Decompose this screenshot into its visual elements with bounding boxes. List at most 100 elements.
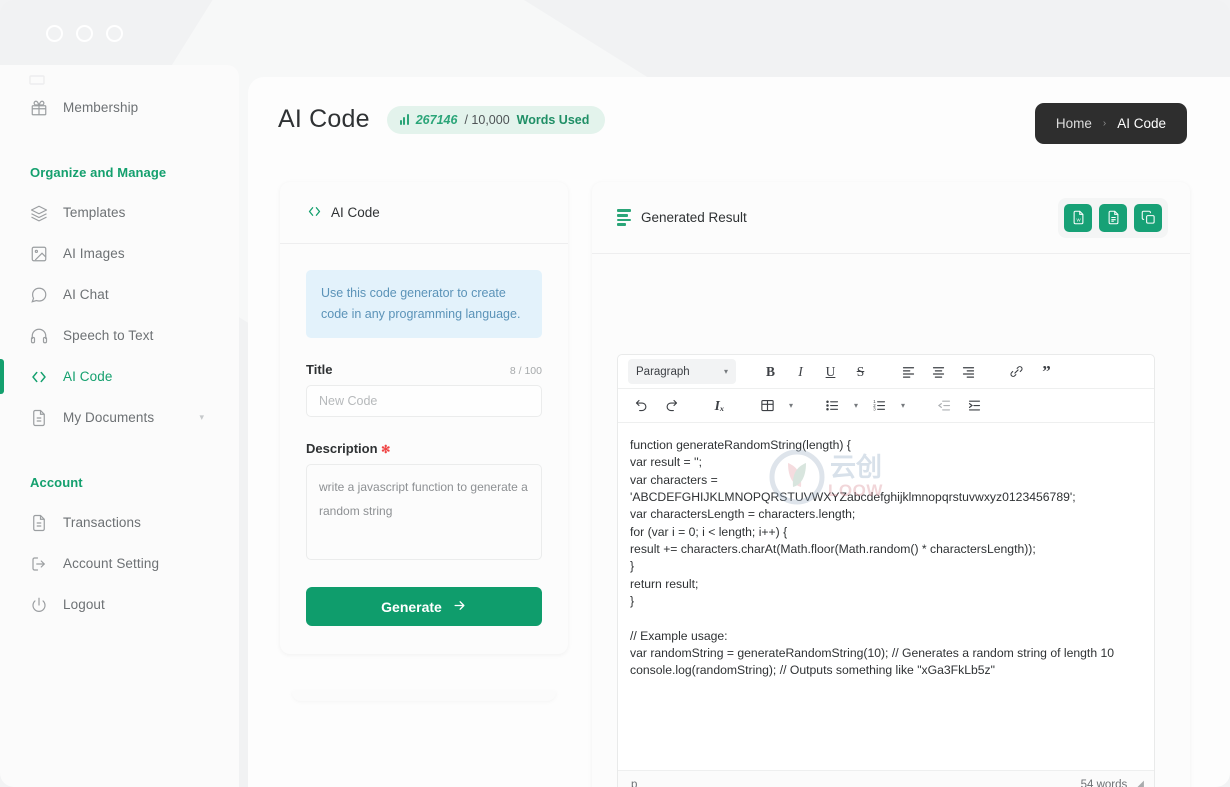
window-titlebar — [0, 0, 1230, 68]
sidebar-item-label: Membership — [63, 100, 138, 115]
gift-icon — [29, 98, 48, 117]
sidebar-item-label: My Documents — [63, 410, 154, 425]
redo-button[interactable] — [658, 393, 685, 418]
breadcrumb-current: AI Code — [1117, 116, 1166, 131]
window-dot-close[interactable] — [46, 25, 63, 42]
logout-arrow-icon — [29, 554, 48, 573]
words-total: / 10,000 — [464, 113, 509, 127]
title-input[interactable] — [306, 385, 542, 417]
sidebar-item-membership[interactable]: Membership — [0, 87, 239, 128]
sidebar-item-transactions[interactable]: Transactions — [0, 502, 239, 543]
form-card-header: AI Code — [280, 182, 568, 244]
word-usage-badge: 267146 / 10,000 Words Used — [387, 106, 606, 134]
sidebar-item-account-setting[interactable]: Account Setting — [0, 543, 239, 584]
italic-button[interactable]: I — [787, 359, 814, 384]
generate-button-label: Generate — [381, 599, 442, 615]
ai-code-form-card: AI Code Use this code generator to creat… — [280, 182, 568, 654]
description-field-row: Description ✻ — [306, 441, 542, 456]
sidebar-item-label: AI Code — [63, 369, 112, 384]
title-field-label: Title — [306, 362, 333, 377]
sidebar-item-logout[interactable]: Logout — [0, 584, 239, 625]
export-word-button[interactable]: W — [1064, 204, 1092, 232]
clear-format-button[interactable]: Iₓ — [706, 393, 733, 418]
resize-grip-icon[interactable]: ◢ — [1136, 779, 1144, 787]
document-icon — [29, 408, 48, 427]
svg-text:W: W — [1076, 217, 1081, 222]
bar-chart-icon — [400, 114, 409, 125]
block-format-select[interactable]: Paragraph ▾ — [628, 359, 736, 384]
description-label-text: Description — [306, 441, 378, 456]
generated-result-card: Generated Result W Par — [592, 182, 1190, 787]
breadcrumb-home[interactable]: Home — [1056, 116, 1092, 131]
words-used-label: Words Used — [517, 113, 590, 127]
outdent-button[interactable] — [931, 393, 958, 418]
export-text-button[interactable] — [1099, 204, 1127, 232]
underline-button[interactable]: U — [817, 359, 844, 384]
indent-button[interactable] — [961, 393, 988, 418]
page-header: AI Code 267146 / 10,000 Words Used — [278, 105, 605, 134]
sidebar-item-my-documents[interactable]: My Documents ▾ — [0, 397, 239, 438]
headphones-icon — [29, 326, 48, 345]
rich-text-editor[interactable]: Paragraph ▾ B I U S — [617, 354, 1155, 787]
breadcrumb-separator-icon: › — [1103, 118, 1106, 129]
layers-icon — [29, 203, 48, 222]
code-brackets-icon — [29, 367, 48, 386]
description-textarea[interactable] — [306, 464, 542, 560]
bold-button[interactable]: B — [757, 359, 784, 384]
export-button-group: W — [1058, 198, 1168, 238]
blockquote-button[interactable]: ” — [1033, 359, 1060, 384]
sidebar-item-ai-code[interactable]: AI Code — [0, 356, 239, 397]
words-used-count: 267146 — [416, 113, 458, 127]
sidebar-item-label: Templates — [63, 205, 125, 220]
align-center-button[interactable] — [925, 359, 952, 384]
generated-code-text[interactable]: function generateRandomString(length) { … — [618, 423, 1154, 770]
sidebar-item-label: Logout — [63, 597, 105, 612]
result-title: Generated Result — [641, 210, 747, 225]
window-dot-minimize[interactable] — [76, 25, 93, 42]
main-content: AI Code 267146 / 10,000 Words Used Home … — [248, 77, 1230, 787]
sidebar-item-label: Transactions — [63, 515, 141, 530]
editor-toolbar-row-1: Paragraph ▾ B I U S — [618, 355, 1154, 389]
bullet-list-dropdown-caret[interactable]: ▾ — [849, 393, 863, 418]
align-right-button[interactable] — [955, 359, 982, 384]
block-format-value: Paragraph — [636, 366, 690, 378]
undo-button[interactable] — [628, 393, 655, 418]
copy-button[interactable] — [1134, 204, 1162, 232]
numbered-list-dropdown-caret[interactable]: ▾ — [896, 393, 910, 418]
strikethrough-button[interactable]: S — [847, 359, 874, 384]
arrow-right-icon — [452, 598, 467, 616]
result-card-header: Generated Result W — [592, 182, 1190, 254]
element-path: p — [631, 779, 637, 787]
sidebar-item-speech-to-text[interactable]: Speech to Text — [0, 315, 239, 356]
table-dropdown-caret[interactable]: ▾ — [784, 393, 798, 418]
word-count: 54 words — [1081, 779, 1128, 787]
sidebar-item-ai-images[interactable]: AI Images — [0, 233, 239, 274]
chevron-down-icon[interactable]: ▾ — [199, 412, 204, 423]
form-card-stack-shadow — [292, 691, 556, 701]
sidebar-item-cutoff — [0, 75, 239, 87]
sidebar-item-ai-chat[interactable]: AI Chat — [0, 274, 239, 315]
required-marker: ✻ — [381, 444, 390, 456]
document-icon — [29, 513, 48, 532]
editor-status-bar: p 54 words ◢ — [618, 770, 1154, 787]
generate-button[interactable]: Generate — [306, 587, 542, 626]
code-brackets-icon — [307, 204, 322, 222]
sidebar-item-templates[interactable]: Templates — [0, 192, 239, 233]
numbered-list-button[interactable]: 123 — [866, 393, 893, 418]
tip-box: Use this code generator to create code i… — [306, 270, 542, 338]
page-title: AI Code — [278, 105, 370, 134]
app-window: Membership Organize and Manage Templates… — [0, 0, 1230, 787]
power-icon — [29, 595, 48, 614]
bullet-list-button[interactable] — [819, 393, 846, 418]
sidebar: Membership Organize and Manage Templates… — [0, 65, 239, 787]
table-button[interactable] — [754, 393, 781, 418]
chat-bubble-icon — [29, 285, 48, 304]
window-dot-maximize[interactable] — [106, 25, 123, 42]
sidebar-section-account: Account — [0, 456, 239, 490]
svg-text:3: 3 — [873, 407, 876, 412]
lines-icon — [617, 209, 631, 225]
link-button[interactable] — [1003, 359, 1030, 384]
align-left-button[interactable] — [895, 359, 922, 384]
sidebar-item-label: AI Images — [63, 246, 125, 261]
breadcrumb: Home › AI Code — [1035, 103, 1187, 144]
